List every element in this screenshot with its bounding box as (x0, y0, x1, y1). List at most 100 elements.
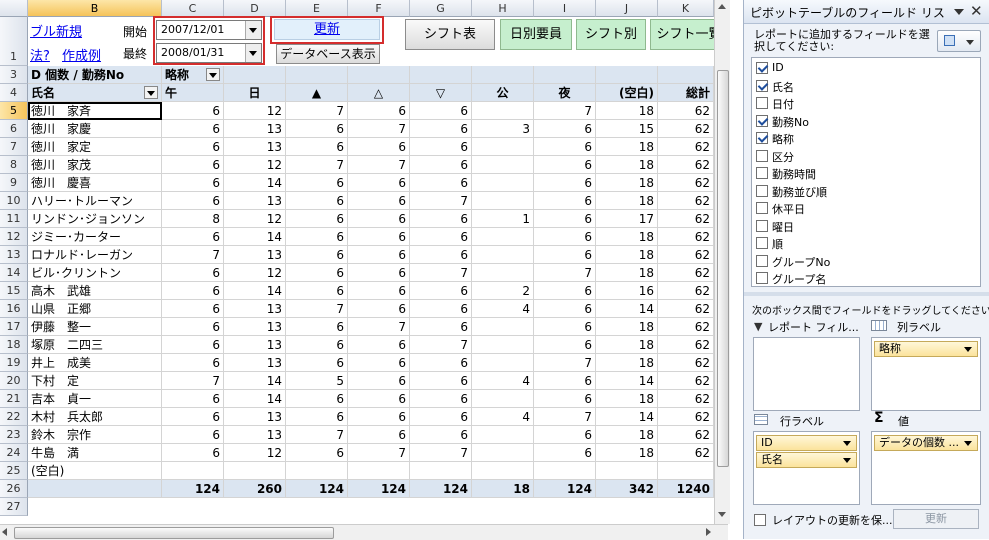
row-header[interactable]: 24 (0, 444, 28, 462)
value-cell[interactable] (472, 444, 534, 462)
row-field-header[interactable]: 氏名 (28, 84, 162, 102)
value-cell[interactable]: 62 (658, 390, 714, 408)
name-cell[interactable]: 木村 兵太郎 (28, 408, 162, 426)
field-label[interactable]: 区分 (772, 149, 794, 165)
value-cell[interactable]: 6 (410, 174, 472, 192)
value-cell[interactable]: 18 (596, 192, 658, 210)
value-cell[interactable]: 18 (596, 264, 658, 282)
value-cell[interactable] (472, 426, 534, 444)
value-cell[interactable] (472, 354, 534, 372)
db-show-button[interactable]: データベース表示 (276, 44, 380, 64)
value-cell[interactable]: 6 (286, 408, 348, 426)
value-cell[interactable]: 6 (162, 192, 224, 210)
value-cell[interactable]: 6 (286, 246, 348, 264)
value-cell[interactable]: 4 (472, 300, 534, 318)
field-checkbox[interactable] (756, 114, 768, 127)
total-cell[interactable]: 18 (472, 480, 534, 498)
value-cell[interactable]: 6 (286, 192, 348, 210)
name-cell[interactable]: ジミー･カーター (28, 228, 162, 246)
value-cell[interactable]: 6 (162, 426, 224, 444)
value-cell[interactable]: 18 (596, 336, 658, 354)
field-label[interactable]: 勤務並び順 (772, 184, 827, 200)
value-cell[interactable]: 6 (410, 426, 472, 444)
value-cell[interactable]: 4 (472, 372, 534, 390)
value-cell[interactable]: 6 (534, 228, 596, 246)
value-cell[interactable]: 18 (596, 156, 658, 174)
total-cell[interactable]: 124 (534, 480, 596, 498)
value-cell[interactable]: 14 (224, 282, 286, 300)
value-cell[interactable] (472, 138, 534, 156)
value-cell[interactable]: 6 (348, 282, 410, 300)
total-cell[interactable]: 124 (348, 480, 410, 498)
value-cell[interactable]: 62 (658, 228, 714, 246)
value-cell[interactable]: 7 (286, 102, 348, 120)
row-header[interactable]: 27 (0, 498, 28, 516)
new-pivot-link[interactable]: ブル新規 (30, 21, 82, 40)
value-cell[interactable] (224, 462, 286, 480)
value-cell[interactable]: 7 (348, 156, 410, 174)
value-cell[interactable]: 18 (596, 102, 658, 120)
value-cell[interactable]: 6 (348, 390, 410, 408)
value-cell[interactable] (286, 462, 348, 480)
value-cell[interactable]: 12 (224, 102, 286, 120)
row-header[interactable]: 8 (0, 156, 28, 174)
value-cell[interactable]: 6 (534, 210, 596, 228)
report-filter-zone[interactable] (753, 337, 860, 411)
value-cell[interactable] (534, 462, 596, 480)
scroll-up-arrow-icon[interactable] (718, 4, 726, 9)
value-cell[interactable]: 6 (534, 246, 596, 264)
field-checkbox[interactable] (756, 79, 768, 92)
field-label[interactable]: 順 (772, 236, 783, 252)
value-cell[interactable]: 6 (410, 246, 472, 264)
value-cell[interactable]: 6 (410, 228, 472, 246)
total-cell[interactable]: 124 (286, 480, 348, 498)
value-cell[interactable]: 6 (286, 282, 348, 300)
value-cell[interactable] (472, 192, 534, 210)
column-field-chip[interactable]: 略称 (874, 341, 978, 357)
chevron-down-icon[interactable] (964, 347, 972, 352)
value-cell[interactable]: 6 (348, 228, 410, 246)
panel-update-button[interactable]: 更新 (893, 509, 979, 529)
row-header[interactable]: 14 (0, 264, 28, 282)
update-link-button[interactable]: 更新 (274, 19, 380, 40)
value-cell[interactable]: 6 (348, 174, 410, 192)
value-cell[interactable]: 18 (596, 354, 658, 372)
value-cell[interactable]: 16 (596, 282, 658, 300)
chevron-down-icon[interactable] (245, 44, 261, 62)
value-cell[interactable]: 6 (534, 318, 596, 336)
row-header[interactable]: 11 (0, 210, 28, 228)
row-header[interactable]: 5 (0, 102, 28, 120)
shift-table-button[interactable]: シフト表 (405, 19, 495, 50)
value-cell[interactable]: 62 (658, 318, 714, 336)
value-cell[interactable]: 18 (596, 228, 658, 246)
value-cell[interactable]: 62 (658, 138, 714, 156)
name-cell[interactable]: ビル･クリントン (28, 264, 162, 282)
column-header-g[interactable]: G (410, 0, 472, 17)
value-cell[interactable]: 6 (410, 120, 472, 138)
field-label[interactable]: 勤務時間 (772, 166, 816, 182)
value-cell[interactable]: 6 (286, 390, 348, 408)
value-cell[interactable] (596, 462, 658, 480)
spreadsheet[interactable]: B C D E F G H I J K 1 ブル新規 法? 作成例 開始 最終 … (0, 0, 740, 540)
value-cell[interactable]: 62 (658, 408, 714, 426)
help-link[interactable]: 法? (30, 45, 50, 64)
value-cell[interactable]: 7 (534, 264, 596, 282)
field-label[interactable]: ID (772, 61, 784, 74)
value-cell[interactable]: 6 (534, 156, 596, 174)
value-cell[interactable]: 8 (162, 210, 224, 228)
value-cell[interactable]: 7 (286, 300, 348, 318)
total-cell[interactable]: 260 (224, 480, 286, 498)
value-cell[interactable]: 1 (472, 210, 534, 228)
value-cell[interactable]: 13 (224, 354, 286, 372)
value-cell[interactable]: 62 (658, 174, 714, 192)
value-cell[interactable]: 13 (224, 192, 286, 210)
value-cell[interactable] (410, 462, 472, 480)
value-cell[interactable] (472, 318, 534, 336)
total-cell[interactable]: 124 (162, 480, 224, 498)
row-header[interactable]: 20 (0, 372, 28, 390)
field-checkbox[interactable] (756, 202, 768, 214)
row-header[interactable]: 13 (0, 246, 28, 264)
value-cell[interactable] (472, 228, 534, 246)
value-cell[interactable]: 6 (286, 336, 348, 354)
name-cell[interactable]: 徳川 家茂 (28, 156, 162, 174)
